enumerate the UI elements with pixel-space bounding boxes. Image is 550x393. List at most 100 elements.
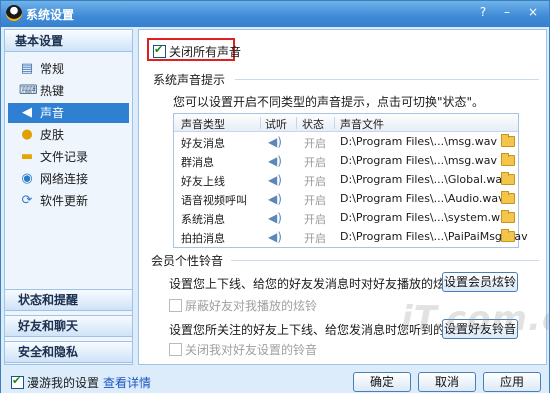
sidebar-header-basic[interactable]: 基本设置 — [5, 30, 132, 52]
sidebar-item-update[interactable]: ⟳ 软件更新 — [8, 191, 129, 211]
sidebar-section-security[interactable]: 安全和隐私 — [4, 341, 133, 363]
general-icon: ▤ — [20, 61, 34, 76]
sidebar-section-status[interactable]: 状态和提醒 — [4, 289, 133, 311]
play-sound-icon[interactable]: ◀) — [268, 211, 284, 225]
play-sound-icon[interactable]: ◀) — [268, 192, 284, 206]
table-row[interactable]: 群消息 ◀) 开启 D:\Program Files\...\msg.wav — [174, 152, 518, 171]
set-member-ringtone-button[interactable]: 设置会员炫铃 — [442, 272, 518, 292]
column-divider — [260, 117, 261, 129]
minimize-button[interactable]: – — [497, 4, 517, 22]
mute-all-checkbox-highlight[interactable]: 关闭所有声音 — [147, 38, 241, 61]
table-row[interactable]: 好友上线 ◀) 开启 D:\Program Files\...\Global.w… — [174, 171, 518, 190]
browse-folder-icon[interactable] — [501, 210, 515, 223]
sound-status[interactable]: 开启 — [304, 211, 326, 227]
qq-penguin-icon — [6, 5, 22, 21]
roam-settings-option[interactable]: 漫游我的设置查看详情 — [11, 374, 151, 391]
column-header-status: 状态 — [302, 118, 324, 131]
member-ringtone-section-title: 会员个性铃音 — [151, 254, 224, 268]
sidebar-item-label: 常规 — [40, 62, 65, 76]
sound-file: D:\Program Files\...\msg.wav — [340, 154, 498, 167]
sidebar-item-skin[interactable]: ● 皮肤 — [8, 125, 129, 145]
speaker-icon: ◀ — [22, 105, 32, 120]
block-friend-ringtone-checkbox[interactable] — [169, 299, 182, 312]
mute-all-label: 关闭所有声音 — [169, 45, 242, 59]
ok-button[interactable]: 确定 — [353, 372, 411, 392]
system-sound-description: 您可以设置开启不同类型的声音提示，点击可切换"状态"。 — [173, 95, 485, 109]
update-icon: ⟳ — [21, 193, 33, 208]
sound-type: 拍拍消息 — [181, 232, 225, 245]
disable-my-ringtone-label: 关闭我对好友设置的铃音 — [185, 343, 318, 357]
help-button[interactable]: ? — [473, 4, 493, 22]
sound-type: 系统消息 — [181, 213, 225, 226]
sidebar-item-file-record[interactable]: ▬ 文件记录 — [8, 147, 129, 167]
column-header-preview: 试听 — [265, 118, 287, 131]
table-row[interactable]: 好友消息 ◀) 开启 D:\Program Files\...\msg.wav — [174, 133, 518, 152]
system-sound-section-title: 系统声音提示 — [153, 73, 226, 87]
browse-folder-icon[interactable] — [501, 229, 515, 242]
sidebar-item-label: 软件更新 — [40, 194, 89, 208]
play-sound-icon[interactable]: ◀) — [268, 135, 284, 149]
globe-icon: ◉ — [21, 171, 33, 186]
sound-status[interactable]: 开启 — [304, 154, 326, 170]
close-button[interactable]: × — [521, 4, 545, 22]
browse-folder-icon[interactable] — [501, 134, 515, 147]
sidebar-item-label: 声音 — [40, 106, 65, 120]
table-row[interactable]: 系统消息 ◀) 开启 D:\Program Files\...\system.w… — [174, 209, 518, 228]
disable-my-ringtone-checkbox[interactable] — [169, 343, 182, 356]
block-friend-ringtone-label: 屏蔽好友对我播放的炫铃 — [185, 299, 318, 313]
cancel-button[interactable]: 取消 — [418, 372, 476, 392]
table-row[interactable]: 语音视频呼叫 ◀) 开启 D:\Program Files\...\Audio.… — [174, 190, 518, 209]
sidebar-section-friends[interactable]: 好友和聊天 — [4, 315, 133, 337]
sound-status[interactable]: 开启 — [304, 192, 326, 208]
column-divider — [334, 117, 335, 129]
play-sound-icon[interactable]: ◀) — [268, 173, 284, 187]
view-details-link[interactable]: 查看详情 — [103, 376, 151, 390]
browse-folder-icon[interactable] — [501, 153, 515, 166]
mute-all-checkbox[interactable] — [153, 43, 166, 58]
column-divider — [296, 117, 297, 129]
window-title: 系统设置 — [26, 8, 75, 22]
roam-settings-label: 漫游我的设置 — [27, 376, 100, 390]
sound-status[interactable]: 开启 — [304, 135, 326, 151]
table-row[interactable]: 拍拍消息 ◀) 开启 D:\Program Files\...\PaiPaiMs… — [174, 228, 528, 247]
browse-folder-icon[interactable] — [501, 191, 515, 204]
sound-file: D:\Program Files\...\Audio.wav — [340, 192, 505, 205]
column-header-type: 声音类型 — [181, 118, 225, 131]
skin-icon: ● — [21, 127, 33, 142]
column-header-file: 声音文件 — [340, 118, 384, 131]
sidebar-item-label: 皮肤 — [40, 128, 65, 142]
settings-window: 系统设置 ? – × 基本设置 ▤ 常规 ⌨ 热键 ◀ 声音 ● 皮肤 ▬ 文件… — [0, 0, 550, 393]
sound-type: 群消息 — [181, 156, 214, 169]
sound-file: D:\Program Files\...\Global.wav — [340, 173, 509, 186]
sidebar-item-label: 文件记录 — [40, 150, 89, 164]
title-bar[interactable]: 系统设置 ? – × — [1, 1, 549, 27]
sidebar-item-general[interactable]: ▤ 常规 — [8, 59, 129, 79]
disable-my-ringtone-option[interactable]: 关闭我对好友设置的铃音 — [169, 341, 317, 358]
play-sound-icon[interactable]: ◀) — [268, 154, 284, 168]
sound-type: 好友消息 — [181, 137, 225, 150]
sidebar-item-sound[interactable]: ◀ 声音 — [8, 103, 129, 123]
keyboard-icon: ⌨ — [19, 83, 38, 98]
watermark-logo: iT.com.cn — [401, 299, 550, 339]
sidebar-item-hotkey[interactable]: ⌨ 热键 — [8, 81, 129, 101]
roam-settings-checkbox[interactable] — [11, 374, 24, 389]
sound-table: 声音类型 试听 状态 声音文件 好友消息 ◀) 开启 D:\Program Fi… — [173, 113, 528, 248]
sound-status[interactable]: 开启 — [304, 173, 326, 189]
block-friend-ringtone-option[interactable]: 屏蔽好友对我播放的炫铃 — [169, 297, 317, 314]
sidebar-item-label: 网络连接 — [40, 172, 89, 186]
section-divider — [231, 260, 539, 261]
sound-status[interactable]: 开启 — [304, 230, 326, 246]
footer-bar: 漫游我的设置查看详情 确定 取消 应用 — [1, 368, 549, 393]
sound-type: 语音视频呼叫 — [181, 194, 247, 207]
folder-icon: ▬ — [20, 149, 34, 164]
sidebar-item-network[interactable]: ◉ 网络连接 — [8, 169, 129, 189]
sound-file: D:\Program Files\...\PaiPaiMsg.wav — [340, 230, 528, 243]
sound-file: D:\Program Files\...\msg.wav — [340, 135, 498, 148]
apply-button[interactable]: 应用 — [483, 372, 541, 392]
sidebar-item-label: 热键 — [40, 84, 65, 98]
sound-type: 好友上线 — [181, 175, 225, 188]
browse-folder-icon[interactable] — [501, 172, 515, 185]
play-sound-icon[interactable]: ◀) — [268, 230, 284, 244]
section-divider — [235, 79, 539, 80]
sound-file: D:\Program Files\...\system.wav — [340, 211, 514, 224]
